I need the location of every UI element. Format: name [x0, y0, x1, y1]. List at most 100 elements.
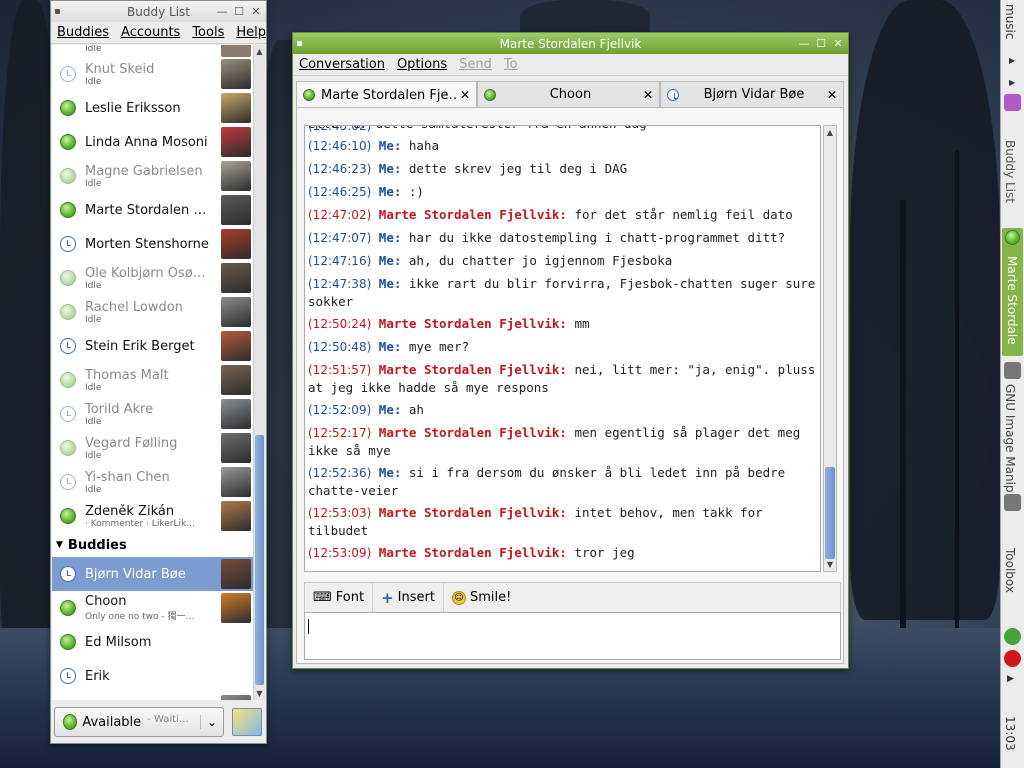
- buddy-row[interactable]: Morten Stenshorne: [52, 227, 254, 261]
- close-icon[interactable]: ✕: [250, 5, 262, 18]
- buddy-row[interactable]: Knut Skeid Idle: [52, 57, 254, 91]
- buddy-row[interactable]: Linda Anna Mosoni: [52, 125, 254, 159]
- menu-send[interactable]: Send: [453, 57, 498, 72]
- tab-bjorn[interactable]: Bjørn Vidar Bøe ✕: [660, 81, 844, 107]
- buddy-row[interactable]: Gjermund: [52, 693, 254, 700]
- buddy-list-scrollbar[interactable]: ▲ ▼: [253, 45, 265, 700]
- buddy-row[interactable]: Bjørn Vidar Bøe: [52, 557, 254, 591]
- menu-options[interactable]: Options: [391, 57, 453, 72]
- menu-accounts[interactable]: Accounts: [115, 25, 186, 40]
- scroll-down-icon[interactable]: ▼: [254, 687, 265, 700]
- minimize-icon[interactable]: —: [216, 5, 228, 18]
- scroll-up-icon[interactable]: ▲: [254, 45, 265, 58]
- close-icon[interactable]: ✕: [832, 37, 844, 50]
- buddy-status-text: Idle: [85, 45, 102, 54]
- buddy-row[interactable]: Yi-shan Chen Idle: [52, 465, 254, 499]
- buddy-row[interactable]: Zdeněk Zikán · Kommenter · LikerLik…: [52, 499, 254, 533]
- tree-trunk: [900, 200, 906, 660]
- buddy-names: Torild Akre Idle: [85, 402, 221, 427]
- tab-label: Bjørn Vidar Bøe: [703, 87, 805, 102]
- maximize-icon[interactable]: ☐: [233, 5, 245, 18]
- menu-help[interactable]: Help: [230, 25, 272, 40]
- tab-marte[interactable]: Marte Stordalen Fje… ✕: [296, 81, 477, 108]
- stop-icon[interactable]: [1004, 650, 1021, 667]
- message-sender: Marte Stordalen Fjellvik:: [378, 362, 567, 377]
- font-icon: ⌨: [313, 590, 332, 605]
- buddy-row[interactable]: Magne Gabrielsen Idle: [52, 159, 254, 193]
- list-item-partial[interactable]: Idle: [52, 45, 254, 57]
- pidgin-tray-icon[interactable]: [1004, 94, 1021, 111]
- tab-label: Marte Stordalen Fje…: [321, 87, 456, 103]
- music-applet[interactable]: music: [1003, 4, 1017, 39]
- group-header-buddies[interactable]: ▼ Buddies: [52, 533, 254, 557]
- buddy-row[interactable]: Vegard Følling Idle: [52, 431, 254, 465]
- buddy-row[interactable]: Stein Erik Berget: [52, 329, 254, 363]
- buddy-name: Torild Akre: [85, 401, 154, 417]
- idle-status-icon: [60, 440, 76, 456]
- collapse-triangle-icon[interactable]: ▼: [56, 540, 63, 550]
- buddy-names: Morten Stenshorne: [85, 237, 221, 252]
- window-menu-icon[interactable]: [55, 9, 60, 14]
- close-tab-icon[interactable]: ✕: [460, 88, 470, 102]
- scrollbar-thumb[interactable]: [255, 435, 264, 685]
- away-status-icon: [60, 66, 76, 82]
- history-scrollbar[interactable]: ▲ ▼: [823, 125, 837, 572]
- message-sender: Marte Stordalen Fjellvik:: [378, 207, 567, 222]
- conversation-titlebar[interactable]: Marte Stordalen Fjellvik — ☐ ✕: [293, 33, 848, 54]
- menu-buddies[interactable]: Buddies: [51, 25, 115, 40]
- buddy-names: Magne Gabrielsen Idle: [85, 164, 221, 189]
- menu-conversation[interactable]: Conversation: [293, 57, 391, 72]
- buddy-row[interactable]: Ed Milsom: [52, 625, 254, 659]
- next-icon[interactable]: ▶: [1009, 78, 1015, 87]
- scrollbar-thumb[interactable]: [825, 467, 835, 559]
- message-text: mm: [574, 316, 590, 331]
- message-timestamp: (12:46:23): [308, 162, 372, 176]
- avatar: [221, 559, 251, 589]
- close-tab-icon[interactable]: ✕: [643, 88, 653, 102]
- buddy-names: Choon Only one no two - 獨一…: [85, 594, 221, 622]
- status-selector[interactable]: Available - Waiti… ⌄: [54, 707, 224, 737]
- insert-button[interactable]: + Insert: [373, 583, 444, 612]
- task-toolbox[interactable]: Toolbox: [1003, 548, 1017, 593]
- font-button[interactable]: ⌨ Font: [305, 583, 374, 612]
- smile-button[interactable]: ☺ Smile!: [444, 583, 519, 612]
- away-status-icon: [667, 88, 679, 101]
- window-menu-icon[interactable]: [297, 41, 302, 46]
- task-buddy-list[interactable]: Buddy List: [1003, 140, 1017, 203]
- task-active-conversation[interactable]: Marte Stordale: [1002, 228, 1023, 356]
- avatar: [221, 45, 251, 57]
- task-gimp[interactable]: GNU Image Manip: [1003, 384, 1017, 493]
- buddy-row[interactable]: Thomas Malt Idle: [52, 363, 254, 397]
- play-icon[interactable]: ▶: [1009, 56, 1015, 65]
- network-icon[interactable]: [1004, 628, 1021, 645]
- maximize-icon[interactable]: ☐: [815, 37, 827, 50]
- play-icon[interactable]: ▶: [1007, 674, 1014, 684]
- buddy-list-titlebar[interactable]: Buddy List — ☐ ✕: [51, 1, 266, 22]
- buddy-row[interactable]: Erik: [52, 659, 254, 693]
- buddy-row[interactable]: Marte Stordalen …: [52, 193, 254, 227]
- gimp-icon: [1004, 362, 1021, 379]
- menu-to[interactable]: To: [498, 57, 524, 72]
- message-history[interactable]: (12:45:02) (12:45:05) Marte Stordalen Fj…: [304, 125, 821, 572]
- tab-choon[interactable]: Choon ✕: [477, 81, 660, 107]
- scroll-down-icon[interactable]: ▼: [824, 558, 836, 571]
- buddy-row[interactable]: Ole Kolbjørn Osøi… Idle: [52, 261, 254, 295]
- buddy-row[interactable]: Torild Akre Idle: [52, 397, 254, 431]
- message-timestamp: (12:47:02): [308, 208, 372, 222]
- clock[interactable]: 13:03: [1003, 716, 1017, 751]
- menu-tools[interactable]: Tools: [186, 25, 230, 40]
- message-input[interactable]: [304, 612, 841, 660]
- buddy-names: Knut Skeid Idle: [85, 62, 221, 87]
- scroll-up-icon[interactable]: ▲: [824, 126, 836, 139]
- window-title: Marte Stordalen Fjellvik: [499, 36, 642, 51]
- format-toolbar: ⌨ Font + Insert ☺ Smile!: [304, 582, 841, 612]
- gimp-icon: [1004, 494, 1021, 511]
- buddy-row[interactable]: Leslie Eriksson: [52, 91, 254, 125]
- close-tab-icon[interactable]: ✕: [827, 88, 837, 102]
- chevron-down-icon[interactable]: ⌄: [199, 715, 217, 729]
- buddy-row[interactable]: Rachel Lowdon Idle: [52, 295, 254, 329]
- my-buddy-icon-button[interactable]: [232, 708, 262, 736]
- buddy-row[interactable]: Choon Only one no two - 獨一…: [52, 591, 254, 625]
- message-sender: Me:: [378, 184, 402, 199]
- minimize-icon[interactable]: —: [798, 37, 810, 50]
